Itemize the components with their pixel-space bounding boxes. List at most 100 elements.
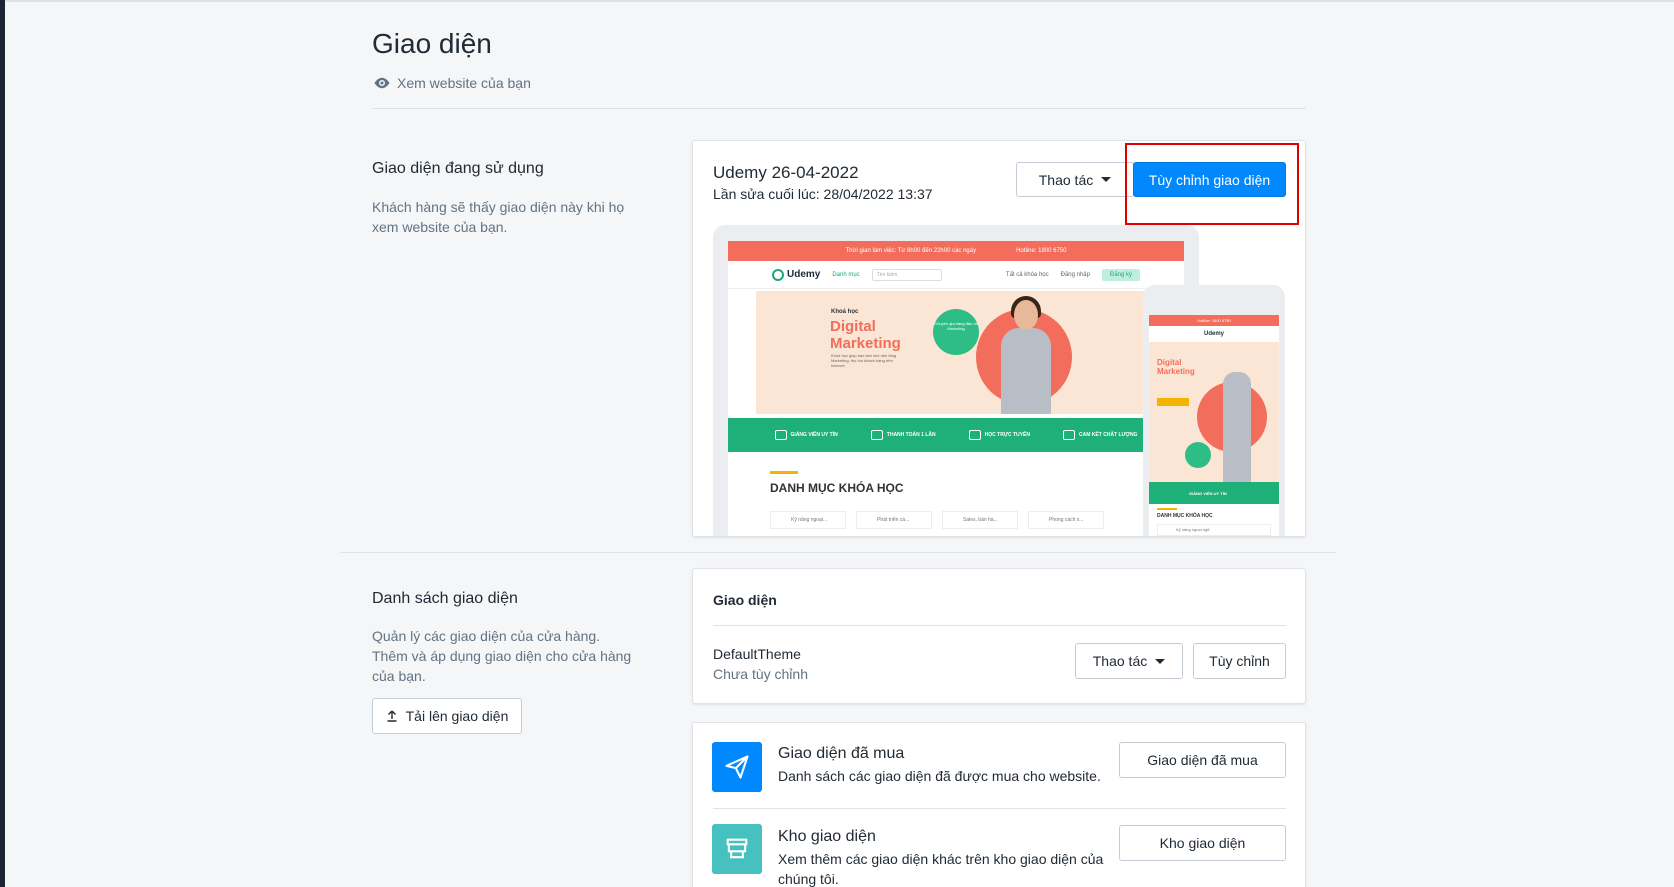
upload-theme-label: Tải lên giao diện [405,708,509,724]
paper-plane-icon [725,755,749,779]
theme-list-divider [713,625,1286,626]
feature-label: HỌC TRỰC TUYẾN [984,432,1030,438]
sources-divider [713,808,1286,809]
phone-logo: Udemy [1203,331,1224,337]
current-theme-desc-line2: xem website của bạn. [372,219,508,235]
theme-store-desc-line2: chúng tôi. [778,871,839,887]
tablet-screen: Thời gian làm việc: Từ 8h00 đến 22h00 cá… [728,241,1184,536]
preview-login: Đăng nhập [1060,271,1090,278]
caret-down-icon [1155,658,1166,664]
preview-nav: Udemy Danh mục Tìm kiếm Tất cả khóa học … [728,261,1184,289]
phone-hero: Digital Marketing [1149,342,1279,482]
current-theme-desc-line1: Khách hàng sẽ thấy giao diện này khi họ [372,199,625,215]
purchased-themes-title: Giao diện đã mua [778,745,905,762]
preview-category-heading: DANH MỤC KHÓA HỌC [770,481,904,495]
purchased-themes-icon-box [712,742,762,792]
preview-feature-3: HỌC TRỰC TUYẾN [968,430,1030,440]
phone-preview: Hotline: 1800 6750 Udemy Digital Marketin… [1143,285,1285,536]
theme-list-header: Giao diện [713,592,777,608]
preview-feature-2: THANH TOÁN 1 LẦN [870,430,936,440]
view-website-label: Xem website của bạn [397,75,531,91]
top-divider [5,0,1674,2]
preview-hours: Thời gian làm việc: Từ 8h00 đến 22h00 cá… [845,248,977,254]
phone-hero-person [1223,372,1251,482]
feature-icon [870,430,883,440]
preview-accent-line [770,471,798,474]
header-divider [372,108,1306,109]
preview-hero: Khoá học Digital Marketing Khóa học giúp … [756,291,1156,414]
purchased-themes-button[interactable]: Giao diện đã mua [1119,742,1286,778]
preview-logo: Udemy [772,268,821,281]
caret-down-icon [1101,177,1112,182]
theme-list-section-title: Danh sách giao diện [372,590,518,607]
feature-label: CAM KẾT CHẤT LƯỢNG [1079,432,1138,438]
theme-list-desc-line2: Thêm và áp dụng giao diện cho cửa hàng [372,648,632,664]
preview-hero-line2: Marketing [830,335,901,352]
preview-category-item: Phát triển cá... [856,511,932,529]
preview-logo-text: Udemy [787,269,821,280]
logo-icon [772,268,784,281]
upload-theme-button[interactable]: Tải lên giao diện [372,698,522,734]
preview-category-item: Kỹ năng ngoại... [770,511,846,529]
preview-register: Đăng ký [1101,268,1140,281]
current-theme-last-edited: Lần sửa cuối lúc: 28/04/2022 13:37 [713,186,933,202]
tablet-preview: Thời gian làm việc: Từ 8h00 đến 22h00 cá… [713,225,1199,536]
theme-list-card [692,568,1306,704]
preview-feature-4: CAM KẾT CHẤT LƯỢNG [1063,430,1137,440]
preview-hero-title: Digital Marketing [830,318,901,352]
phone-screen: Hotline: 1800 6750 Udemy Digital Marketin… [1149,315,1279,536]
feature-label: GIẢNG VIÊN UY TÍN [790,432,838,438]
default-theme-name: DefaultTheme [713,646,801,662]
phone-hero-bubble [1185,442,1211,468]
phone-topbar: Hotline: 1800 6750 [1149,315,1279,326]
preview-nav-category: Danh mục [832,271,860,278]
highlight-annotation-box [1125,143,1299,225]
preview-category-item: Sales, bán hà... [942,511,1018,529]
preview-all-courses: Tất cả khóa học [1005,271,1049,278]
default-theme-status: Chưa tùy chỉnh [713,666,808,682]
phone-accent-line [1157,508,1177,510]
preview-topbar: Thời gian làm việc: Từ 8h00 đến 22h00 cá… [728,241,1184,261]
preview-feature-1: GIẢNG VIÊN UY TÍN [774,430,838,440]
page-title: Giao diện [372,28,492,59]
eye-icon [374,77,390,89]
preview-hero-bubble: Chuyên gia hàng đầu về Marketing [933,309,979,355]
preview-hero-sub: Khóa học giúp bạn làm chủ nền tảng Marke… [831,353,897,368]
default-theme-customize-button[interactable]: Tùy chỉnh [1193,643,1286,679]
theme-list-desc-line3: của bạn. [372,668,426,684]
left-sidebar-edge [0,0,5,887]
theme-store-title: Kho giao diện [778,828,876,845]
theme-store-desc-line1: Xem thêm các giao diện khác trên kho gia… [778,851,1104,867]
feature-label: THANH TOÁN 1 LẦN [886,432,936,438]
feature-icon [968,430,981,440]
current-theme-name: Udemy 26-04-2022 [713,163,859,182]
person-head [1014,300,1038,330]
theme-store-icon-box [712,824,762,874]
preview-hotline: Hotline: 1800 6750 [1016,248,1067,254]
store-icon [726,838,748,859]
default-theme-actions-dropdown[interactable]: Thao tác [1075,643,1183,679]
theme-list-desc-line1: Quản lý các giao diện của cửa hàng. [372,628,601,644]
phone-hero-cta [1157,398,1189,406]
actions-label: Thao tác [1038,171,1094,188]
phone-hero-line1: Digital [1157,358,1182,367]
phone-hero-line2: Marketing [1157,367,1195,376]
phone-hero-title: Digital Marketing [1157,358,1195,376]
section-divider [340,552,1336,553]
theme-store-button[interactable]: Kho giao diện [1119,825,1286,861]
phone-category-heading: DANH MỤC KHÓA HỌC [1157,513,1213,519]
person-body [1001,328,1051,414]
preview-category-list: Kỹ năng ngoại... Phát triển cá... Sales,… [770,511,1104,529]
preview-hero-small: Khoá học [831,309,859,315]
feature-icon [1063,430,1076,440]
view-website-link[interactable]: Xem website của bạn [373,74,531,92]
actions-label: Thao tác [1092,653,1148,669]
preview-search: Tìm kiếm [871,268,942,281]
phone-category-item: Kỹ năng ngoại ngữ [1157,524,1271,536]
preview-category-item: Phong cách s... [1028,511,1104,529]
purchased-themes-desc: Danh sách các giao diện đã được mua cho … [778,768,1101,784]
current-theme-section-title: Giao diện đang sử dụng [372,160,544,177]
current-theme-actions-dropdown[interactable]: Thao tác [1016,162,1134,197]
preview-hero-line1: Digital [830,318,876,335]
upload-icon [387,710,397,722]
